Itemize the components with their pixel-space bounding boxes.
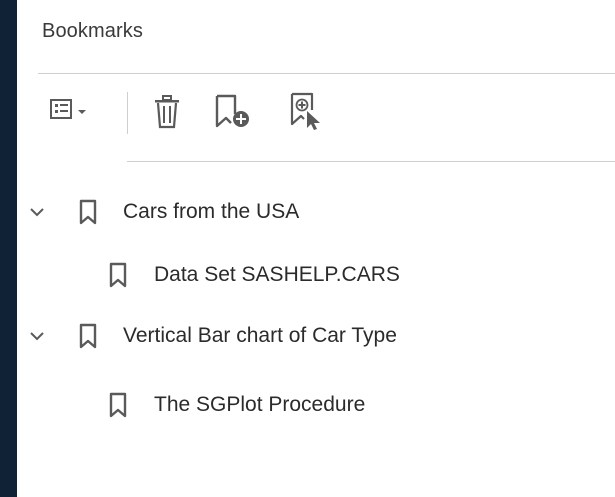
toolbar-divider xyxy=(127,161,615,162)
bookmark-label: Cars from the USA xyxy=(123,200,300,223)
bookmark-item[interactable]: Vertical Bar chart of Car Type xyxy=(17,310,615,362)
options-menu-button[interactable] xyxy=(37,92,99,132)
add-bookmark-button[interactable] xyxy=(209,92,257,136)
bookmark-item[interactable]: The SGPlot Procedure xyxy=(17,379,615,431)
bookmark-icon xyxy=(109,262,127,288)
bookmark-from-selection-icon xyxy=(287,92,327,135)
chevron-down-icon[interactable] xyxy=(29,330,45,342)
bookmark-label: The SGPlot Procedure xyxy=(154,393,366,416)
bookmark-from-selection-button[interactable] xyxy=(283,90,331,136)
title-divider xyxy=(38,73,615,74)
bookmarks-panel: Bookmarks Cars from the USA Data Set SAS… xyxy=(17,0,615,497)
trash-icon xyxy=(152,94,182,134)
bookmark-icon xyxy=(109,392,127,418)
bookmarks-toolbar xyxy=(17,78,615,158)
bookmark-icon xyxy=(79,199,97,225)
delete-bookmark-button[interactable] xyxy=(145,92,189,136)
chevron-down-icon[interactable] xyxy=(29,206,45,218)
bookmark-item[interactable]: Cars from the USA xyxy=(17,186,615,238)
bookmark-label: Vertical Bar chart of Car Type xyxy=(123,324,397,347)
toolbar-separator xyxy=(127,92,128,134)
bookmark-icon xyxy=(79,323,97,349)
bookmark-item[interactable]: Data Set SASHELP.CARS xyxy=(17,249,615,301)
add-bookmark-icon xyxy=(213,94,253,135)
panel-title: Bookmarks xyxy=(42,20,143,42)
bookmark-label: Data Set SASHELP.CARS xyxy=(154,263,400,286)
chevron-down-icon xyxy=(77,103,87,121)
